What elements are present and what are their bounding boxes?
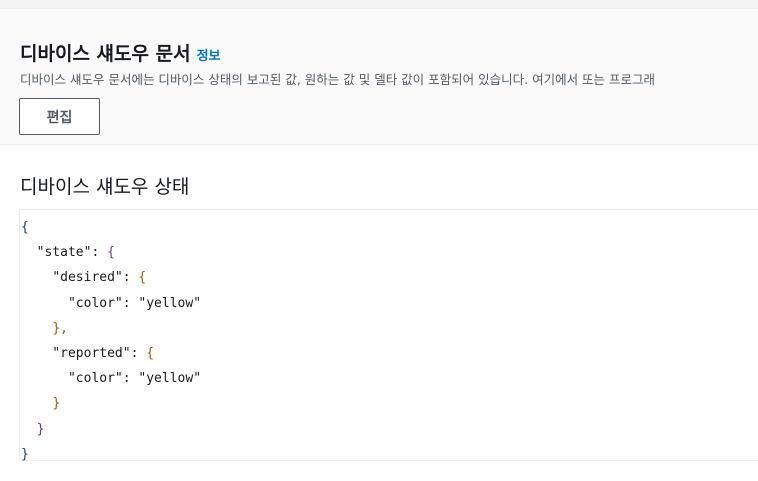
json-brace: }, xyxy=(52,320,68,336)
edit-button[interactable]: 편집 xyxy=(19,98,100,135)
json-line: "color": "yellow" xyxy=(67,371,202,387)
top-strip xyxy=(0,0,758,9)
json-brace: } xyxy=(52,396,61,412)
json-line: { xyxy=(21,215,758,240)
section-title: 디바이스 섀도우 상태 xyxy=(20,176,190,198)
json-brace: { xyxy=(138,270,147,286)
json-brace: } xyxy=(36,421,45,437)
json-line: "color": "yellow" xyxy=(67,295,202,311)
json-line: } xyxy=(21,442,758,467)
json-line: } xyxy=(21,391,758,416)
json-line: "state": { xyxy=(36,245,115,261)
json-line: } xyxy=(21,417,758,442)
shadow-state-json: { "state": { "desired": { "color": "yell… xyxy=(19,209,758,462)
shadow-document-header: 디바이스 섀도우 문서 정보 디바이스 섀도우 문서에는 디바이스 상태의 보고된… xyxy=(0,9,758,145)
json-line: }, xyxy=(21,316,758,341)
json-brace: } xyxy=(21,446,29,462)
json-brace: { xyxy=(146,345,155,361)
json-brace: { xyxy=(21,220,29,235)
json-line: "desired": { xyxy=(52,270,147,286)
json-brace: { xyxy=(107,245,115,261)
info-link[interactable]: 정보 xyxy=(197,49,221,64)
page-description: 디바이스 섀도우 문서에는 디바이스 상태의 보고된 값, 원하는 값 및 델타… xyxy=(20,72,656,87)
json-line: "reported": { xyxy=(52,345,155,361)
page-title: 디바이스 섀도우 문서 정보 xyxy=(20,43,221,65)
